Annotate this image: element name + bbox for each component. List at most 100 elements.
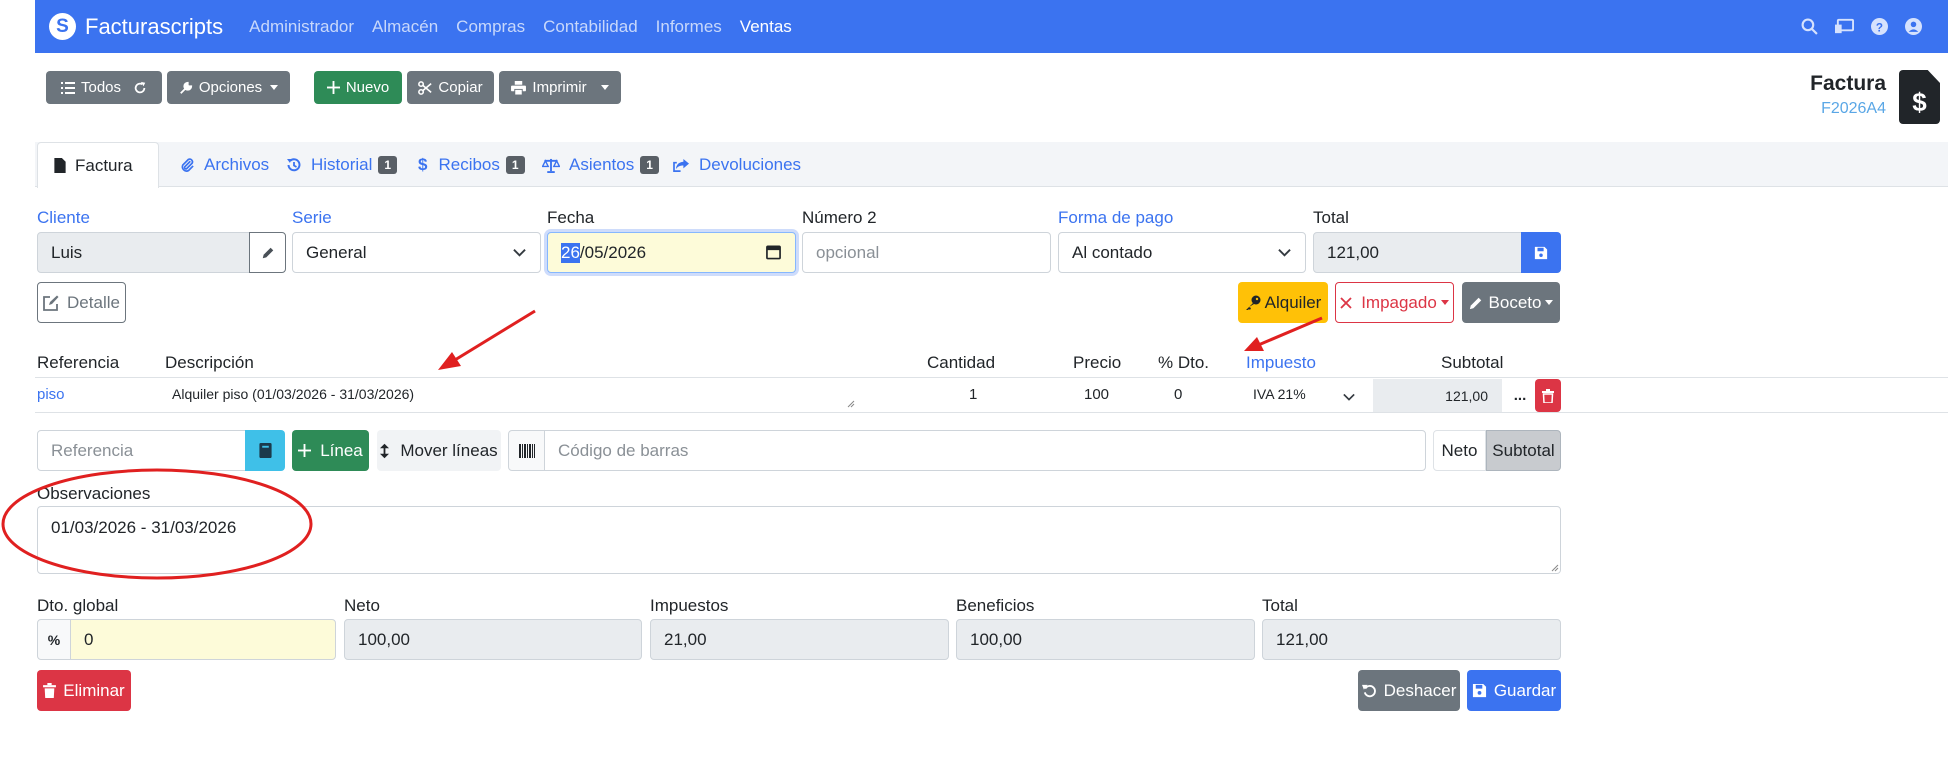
scissors-icon (418, 80, 433, 95)
dto-global-input[interactable]: 0 (70, 619, 336, 660)
resize-handle-icon[interactable] (1551, 564, 1559, 572)
asientos-count-badge: 1 (640, 156, 659, 174)
fecha-date-input[interactable]: 26/05/2026 (547, 232, 796, 273)
nav-almacen[interactable]: Almacén (372, 17, 438, 37)
tab-devoluciones[interactable]: Devoluciones (673, 142, 801, 188)
impuestos-label: Impuestos (650, 596, 729, 615)
referencia-input[interactable]: Referencia (37, 430, 246, 471)
add-linea-button[interactable]: Línea (292, 430, 369, 471)
document-heading: Factura F2026A4 (1810, 72, 1886, 118)
tab-factura-label: Factura (75, 155, 133, 175)
row-dto[interactable]: 0 (1174, 386, 1182, 403)
nav-contabilidad[interactable]: Contabilidad (543, 17, 638, 37)
barcode-placeholder: Código de barras (558, 440, 689, 460)
nav-informes[interactable]: Informes (656, 17, 722, 37)
detalle-label: Detalle (67, 292, 120, 312)
nav-compras[interactable]: Compras (456, 17, 525, 37)
eliminar-button[interactable]: Eliminar (37, 670, 131, 711)
col-dto: % Dto. (1158, 353, 1210, 372)
row-descripcion[interactable]: Alquiler piso (01/03/2026 - 31/03/2026) (172, 386, 414, 402)
nav-ventas[interactable]: Ventas (740, 17, 792, 37)
document-code[interactable]: F2026A4 (1810, 100, 1886, 118)
boceto-button[interactable]: Boceto (1462, 282, 1560, 323)
opciones-label: Opciones (198, 79, 263, 96)
opciones-button[interactable]: Opciones (167, 71, 290, 104)
resize-handle-icon[interactable] (847, 400, 855, 408)
edit-cliente-button[interactable] (249, 232, 286, 273)
tab-devoluciones-label: Devoluciones (699, 155, 802, 174)
mover-lineas-button[interactable]: Mover líneas (377, 430, 501, 471)
chevron-down-icon (600, 85, 609, 90)
todos-button[interactable]: Todos (46, 71, 162, 104)
forma-pago-select[interactable]: Al contado (1058, 232, 1306, 273)
guardar-button[interactable]: Guardar (1467, 670, 1561, 711)
tab-asientos[interactable]: Asientos 1 (542, 142, 659, 188)
numero2-input[interactable]: opcional (802, 232, 1051, 273)
save-icon (1472, 683, 1486, 698)
tab-historial[interactable]: Historial 1 (286, 142, 398, 188)
row-precio[interactable]: 100 (1084, 386, 1109, 403)
beneficios-label: Beneficios (956, 596, 1035, 615)
row-impuesto[interactable]: IVA 21% (1253, 386, 1306, 402)
tab-asientos-label: Asientos (569, 155, 635, 174)
user-icon[interactable] (1905, 18, 1922, 35)
impuestos-field: 21,00 (650, 619, 949, 660)
col-cantidad: Cantidad (927, 353, 996, 372)
row-more-button[interactable]: ... (1505, 379, 1535, 412)
neto-toggle[interactable]: Neto (1433, 430, 1486, 471)
table-row-divider (35, 412, 1948, 413)
nuevo-button[interactable]: Nuevo (314, 71, 402, 104)
row-subtotal: 121,00 (1373, 379, 1502, 412)
save-icon (1534, 246, 1548, 259)
detalle-button[interactable]: Detalle (37, 282, 126, 323)
wrench-icon (179, 81, 192, 94)
copiar-button[interactable]: Copiar (407, 71, 494, 104)
save-header-button[interactable] (1521, 232, 1561, 273)
printer-icon (511, 80, 527, 95)
nav-administrador[interactable]: Administrador (249, 17, 354, 37)
edit-square-icon (43, 295, 59, 311)
observaciones-value: 01/03/2026 - 31/03/2026 (51, 518, 237, 537)
subtotal-toggle-label: Subtotal (1492, 440, 1555, 460)
top-navbar: S Facturascripts Administrador Almacén C… (35, 0, 1948, 53)
subtotal-toggle[interactable]: Subtotal (1486, 430, 1561, 471)
page: S Facturascripts Administrador Almacén C… (35, 0, 1948, 781)
tab-recibos[interactable]: $ Recibos 1 (418, 142, 525, 188)
observaciones-textarea[interactable]: 01/03/2026 - 31/03/2026 (37, 506, 1561, 574)
brand-logo-icon: S (49, 13, 76, 40)
refresh-icon (134, 81, 146, 93)
tab-historial-label: Historial (311, 155, 373, 174)
row-cantidad[interactable]: 1 (969, 386, 977, 403)
imprimir-button[interactable]: Imprimir (499, 71, 621, 104)
delete-row-button[interactable] (1535, 379, 1561, 412)
neto-toggle-label: Neto (1441, 440, 1478, 460)
brand[interactable]: S Facturascripts (49, 13, 223, 40)
cliente-label[interactable]: Cliente (37, 208, 90, 228)
deshacer-button[interactable]: Deshacer (1358, 670, 1460, 711)
tab-archivos[interactable]: Archivos (180, 142, 269, 188)
cliente-value: Luis (51, 242, 83, 262)
alquiler-button[interactable]: Alquiler (1238, 282, 1328, 323)
linea-label: Línea (320, 440, 363, 460)
numero2-label: Número 2 (802, 208, 877, 227)
help-icon[interactable]: ? (1871, 18, 1888, 35)
cliente-field[interactable]: Luis (37, 232, 250, 273)
mover-lineas-label: Mover líneas (400, 440, 498, 460)
row-referencia[interactable]: piso (37, 386, 65, 403)
barcode-input[interactable]: Código de barras (544, 430, 1426, 471)
book-search-button[interactable] (245, 430, 285, 471)
search-icon[interactable] (1801, 18, 1818, 35)
undo-icon (1361, 684, 1376, 698)
forma-pago-value: Al contado (1072, 242, 1153, 262)
forma-pago-label[interactable]: Forma de pago (1058, 208, 1173, 228)
screen-share-icon[interactable] (1835, 18, 1854, 35)
col-impuesto[interactable]: Impuesto (1246, 353, 1316, 373)
tab-factura[interactable]: Factura (37, 142, 159, 188)
calendar-icon[interactable] (766, 244, 781, 260)
impagado-button[interactable]: Impagado (1335, 282, 1454, 323)
chevron-down-icon[interactable] (1343, 391, 1355, 403)
fecha-day-selected: 26 (561, 242, 580, 263)
historial-count-badge: 1 (378, 156, 398, 174)
serie-label[interactable]: Serie (292, 208, 332, 228)
serie-select[interactable]: General (292, 232, 541, 273)
